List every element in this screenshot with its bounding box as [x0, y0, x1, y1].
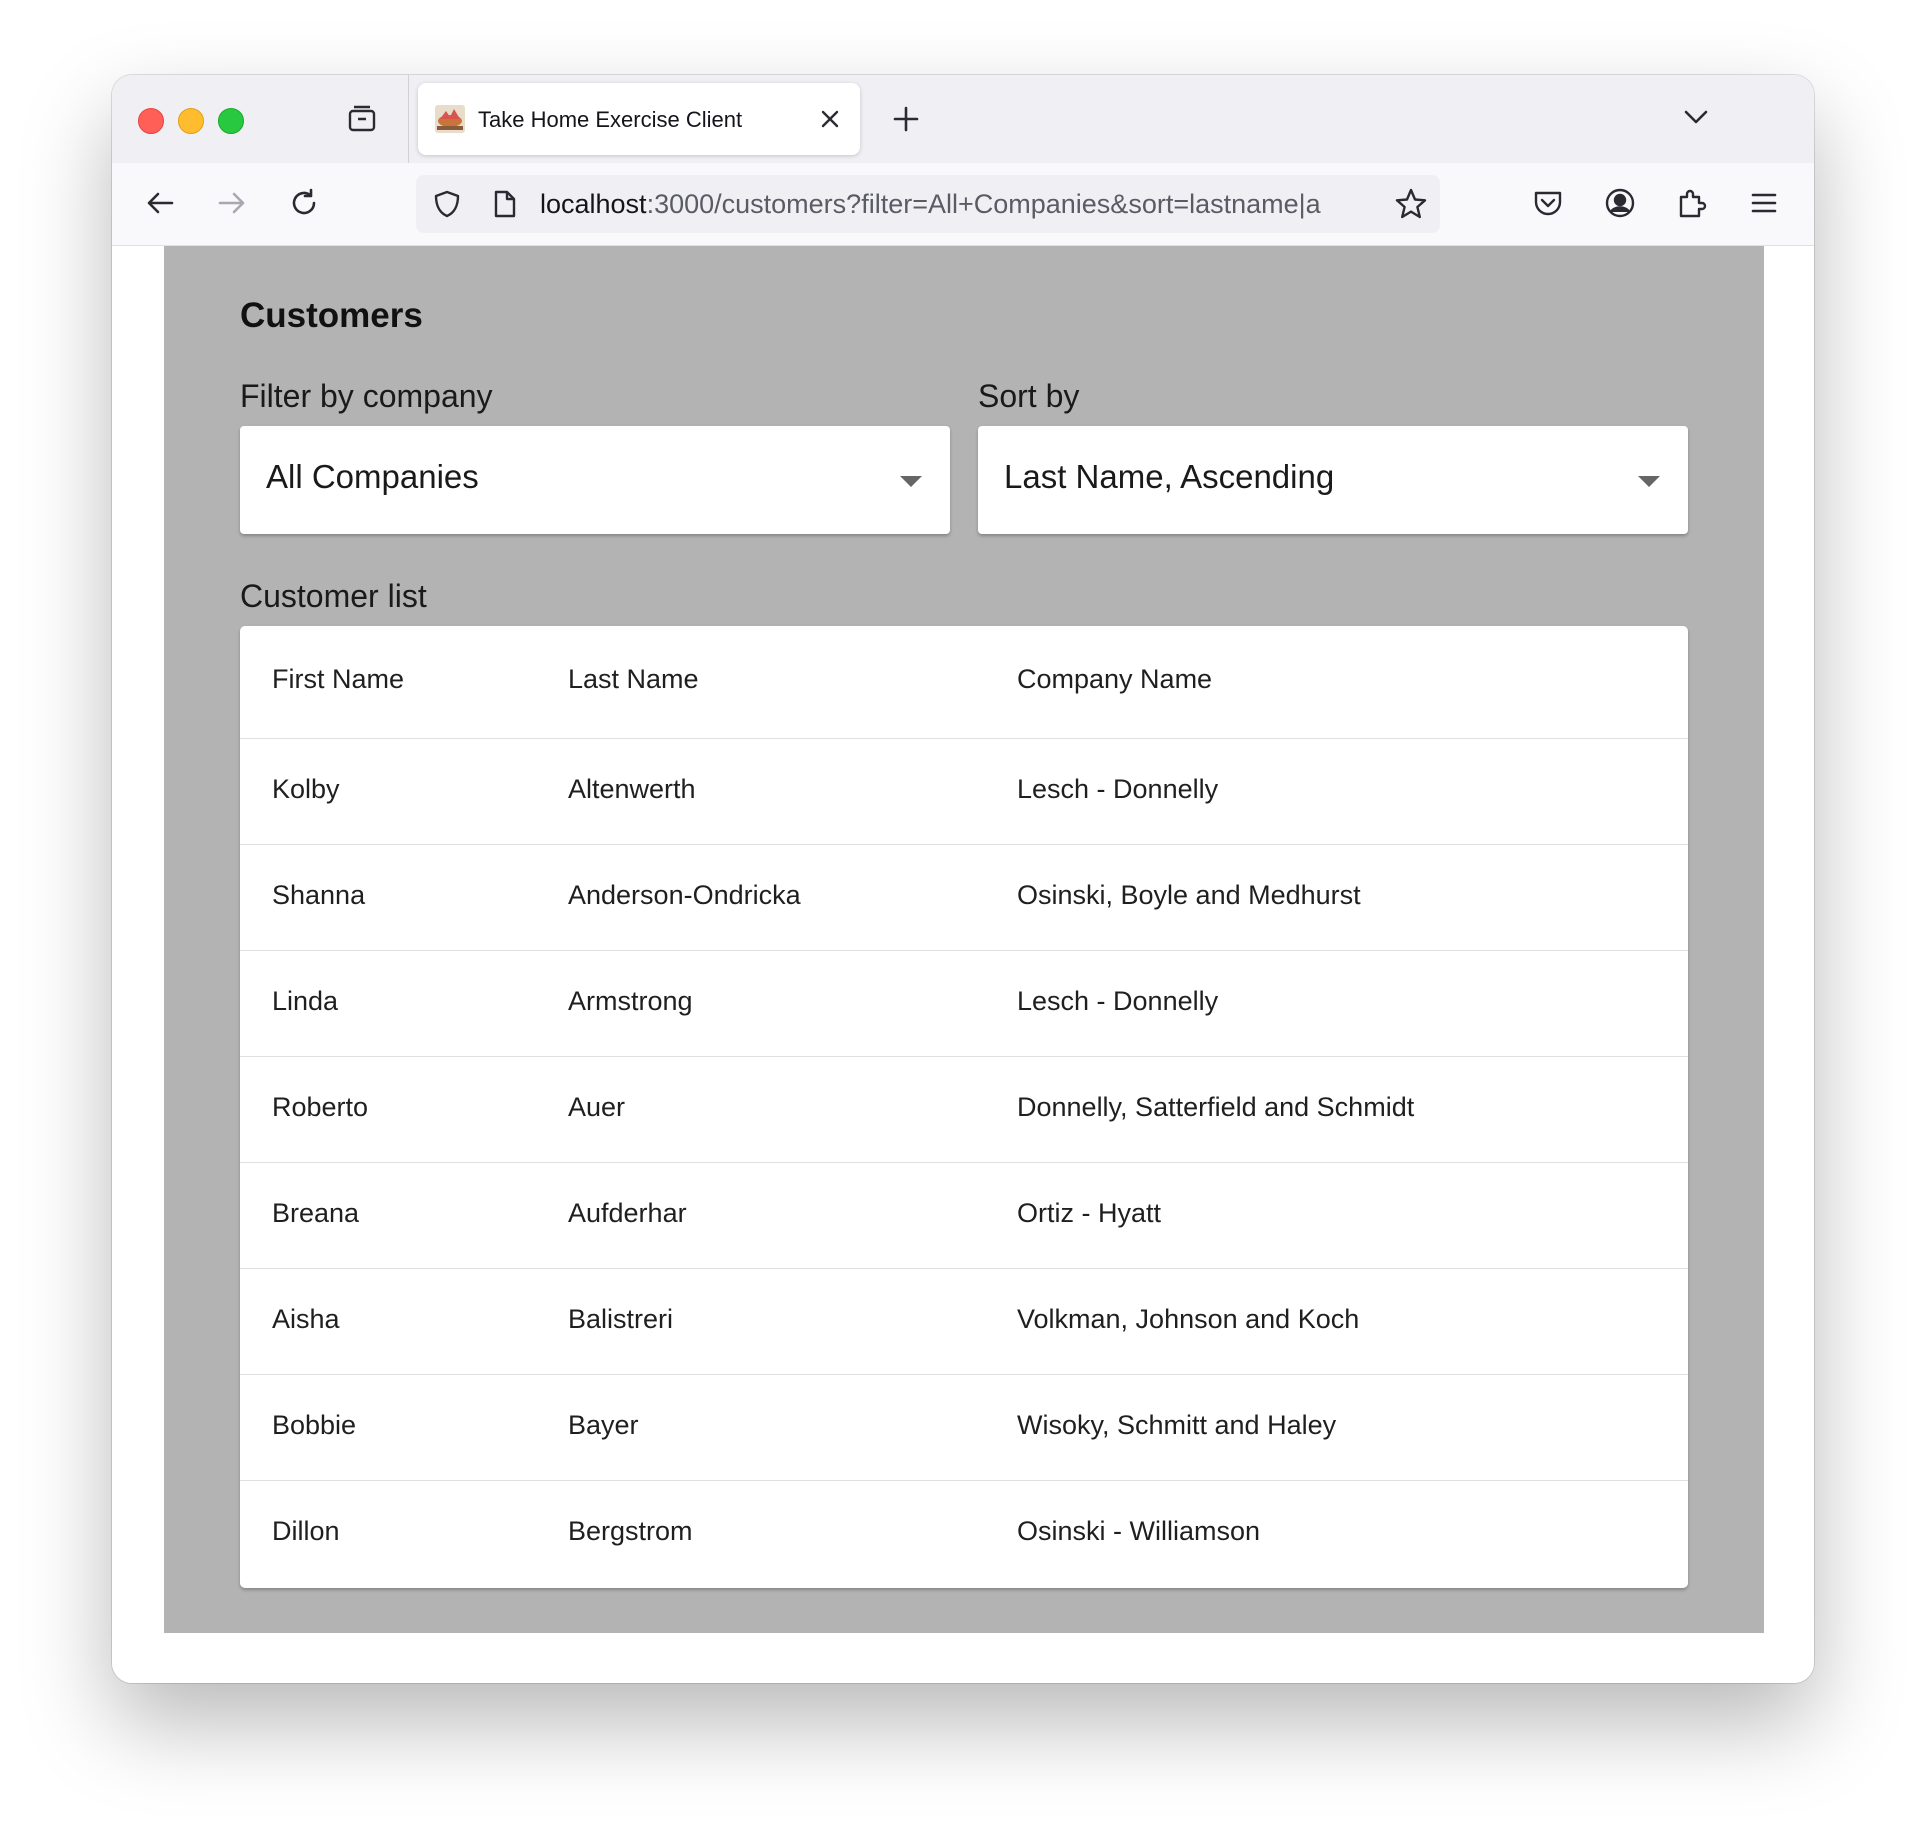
- star-icon[interactable]: [1392, 185, 1430, 223]
- table-row[interactable]: Aisha Balistreri Volkman, Johnson and Ko…: [240, 1269, 1688, 1375]
- cell-last-name: Armstrong: [568, 986, 693, 1016]
- url-path: :3000/customers?filter=All+Companies&sor…: [646, 189, 1321, 219]
- cell-company-name: Donnelly, Satterfield and Schmidt: [1017, 1092, 1415, 1122]
- sort-select[interactable]: Last Name, Ascending: [978, 426, 1688, 534]
- table-row[interactable]: Breana Aufderhar Ortiz - Hyatt: [240, 1163, 1688, 1269]
- shield-icon[interactable]: [430, 187, 464, 221]
- page-viewport: Customers Filter by company All Companie…: [112, 246, 1814, 1683]
- cell-last-name: Balistreri: [568, 1304, 674, 1334]
- tab-title: Take Home Exercise Client: [478, 107, 743, 132]
- cell-first-name: Breana: [272, 1198, 360, 1228]
- company-filter-select[interactable]: All Companies: [240, 426, 950, 534]
- sort-label: Sort by: [978, 378, 1080, 414]
- dropdown-arrow-icon: [1638, 476, 1660, 487]
- cell-company-name: Osinski - Williamson: [1017, 1516, 1261, 1546]
- tab-close-icon[interactable]: [814, 103, 846, 135]
- table-row[interactable]: Kolby Altenwerth Lesch - Donnelly: [240, 739, 1688, 845]
- tab-bar: Take Home Exercise Client: [112, 75, 1814, 163]
- cell-first-name: Bobbie: [272, 1410, 357, 1440]
- tab-manager-icon[interactable]: [344, 101, 380, 137]
- tab-separator: [408, 75, 409, 163]
- reload-icon[interactable]: [284, 183, 324, 223]
- url-text[interactable]: localhost:3000/customers?filter=All+Comp…: [540, 189, 1376, 220]
- cell-last-name: Bayer: [568, 1410, 639, 1440]
- cell-first-name: Dillon: [272, 1516, 340, 1546]
- header-company-name[interactable]: Company Name: [1017, 664, 1212, 695]
- forward-arrow-icon[interactable]: [212, 183, 252, 223]
- customer-list-label: Customer list: [240, 578, 427, 614]
- cell-last-name: Anderson-Ondricka: [568, 880, 801, 910]
- cell-last-name: Auer: [568, 1092, 626, 1122]
- account-icon[interactable]: [1600, 183, 1640, 223]
- cell-company-name: Wisoky, Schmitt and Haley: [1017, 1410, 1337, 1440]
- browser-window: Take Home Exercise Client localhost:3000…: [112, 75, 1814, 1683]
- url-host: localhost: [540, 189, 647, 219]
- cell-first-name: Shanna: [272, 880, 366, 910]
- page-icon[interactable]: [488, 187, 522, 221]
- cell-last-name: Altenwerth: [568, 774, 696, 804]
- cell-first-name: Kolby: [272, 774, 340, 804]
- puzzle-icon[interactable]: [1672, 183, 1712, 223]
- hamburger-menu-icon[interactable]: [1744, 183, 1784, 223]
- cell-last-name: Aufderhar: [568, 1198, 687, 1228]
- pocket-icon[interactable]: [1528, 183, 1568, 223]
- cell-company-name: Lesch - Donnelly: [1017, 774, 1219, 804]
- cell-company-name: Ortiz - Hyatt: [1017, 1198, 1162, 1228]
- table-row[interactable]: Bobbie Bayer Wisoky, Schmitt and Haley: [240, 1375, 1688, 1481]
- cell-company-name: Volkman, Johnson and Koch: [1017, 1304, 1360, 1334]
- table-row[interactable]: Roberto Auer Donnelly, Satterfield and S…: [240, 1057, 1688, 1163]
- table-row[interactable]: Dillon Bergstrom Osinski - Williamson: [240, 1481, 1688, 1588]
- header-first-name[interactable]: First Name: [272, 664, 404, 695]
- url-bar[interactable]: localhost:3000/customers?filter=All+Comp…: [416, 175, 1440, 233]
- filter-label: Filter by company: [240, 378, 493, 414]
- page-title: Customers: [240, 296, 423, 335]
- chevron-down-icon[interactable]: [1678, 99, 1714, 135]
- dropdown-arrow-icon: [900, 476, 922, 487]
- window-minimize-button[interactable]: [178, 108, 204, 134]
- customer-table: First Name Last Name Company Name Kolby …: [240, 626, 1688, 1588]
- navigation-bar: localhost:3000/customers?filter=All+Comp…: [112, 163, 1814, 246]
- window-close-button[interactable]: [138, 108, 164, 134]
- sort-value: Last Name, Ascending: [1004, 458, 1335, 495]
- company-filter-value: All Companies: [266, 458, 479, 495]
- cell-first-name: Linda: [272, 986, 339, 1016]
- table-header-row: First Name Last Name Company Name: [240, 626, 1688, 739]
- table-row[interactable]: Shanna Anderson-Ondricka Osinski, Boyle …: [240, 845, 1688, 951]
- favicon-icon: [434, 103, 466, 135]
- tab-active[interactable]: Take Home Exercise Client: [418, 83, 860, 155]
- cell-first-name: Roberto: [272, 1092, 369, 1122]
- content-panel: Customers Filter by company All Companie…: [164, 246, 1764, 1633]
- cell-first-name: Aisha: [272, 1304, 340, 1334]
- plus-icon[interactable]: [888, 101, 924, 137]
- cell-company-name: Lesch - Donnelly: [1017, 986, 1219, 1016]
- back-arrow-icon[interactable]: [140, 183, 180, 223]
- table-row[interactable]: Linda Armstrong Lesch - Donnelly: [240, 951, 1688, 1057]
- header-last-name[interactable]: Last Name: [568, 664, 699, 695]
- window-maximize-button[interactable]: [218, 108, 244, 134]
- cell-company-name: Osinski, Boyle and Medhurst: [1017, 880, 1361, 910]
- cell-last-name: Bergstrom: [568, 1516, 693, 1546]
